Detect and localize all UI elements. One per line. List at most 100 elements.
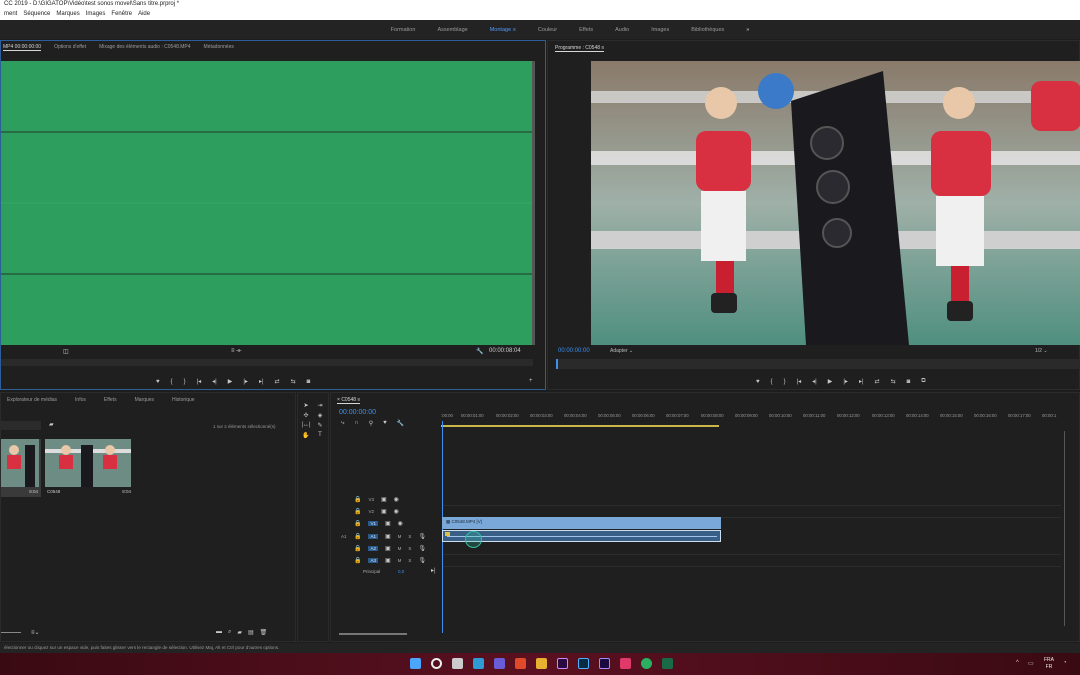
lock-icon[interactable]: 🔒 [354, 533, 361, 540]
program-fit-select[interactable]: Adapter ⌄ [610, 348, 633, 354]
workspace-effects[interactable]: Effets [579, 27, 593, 33]
microphone-icon[interactable]: 🎙 [418, 545, 426, 552]
workspace-learning[interactable]: Formation [391, 27, 416, 33]
master-track-value[interactable]: 0,0 [398, 569, 404, 574]
program-scrub-bar[interactable] [556, 359, 1079, 369]
slip-tool-icon[interactable]: |↔| [300, 422, 312, 429]
track-lane-a3[interactable] [443, 556, 1061, 567]
workspace-libraries[interactable]: Bibliothèques [691, 27, 724, 33]
step-forward-icon[interactable]: |▸ [843, 378, 848, 385]
play-icon[interactable]: ▶ [228, 378, 233, 385]
solo-button[interactable]: S [408, 558, 411, 563]
brave-icon[interactable] [515, 658, 526, 669]
timeline-settings-icon[interactable]: 🔧 [397, 420, 404, 427]
source-scrub-bar[interactable] [1, 359, 533, 366]
pen-tool-icon[interactable]: ✎ [314, 422, 326, 429]
program-title[interactable]: Programme : C0548 ≡ [555, 45, 605, 52]
eye-icon[interactable]: ◉ [398, 520, 403, 527]
video-clip[interactable]: ▩ C0548.MP4 [V] [442, 517, 721, 529]
extract-icon[interactable]: ⇆ [891, 378, 896, 385]
menu-item-markers[interactable]: Marques [56, 11, 79, 19]
sync-lock-icon[interactable]: ▣ [385, 545, 391, 552]
go-to-out-icon[interactable]: ▸| [259, 378, 264, 385]
razor-tool-icon[interactable]: ◈ [314, 412, 326, 419]
sync-lock-icon[interactable]: ▣ [385, 557, 391, 564]
tab-audio-clip-mixer[interactable]: Mixage des éléments audio : C0548.MP4 [99, 44, 190, 51]
teams-icon[interactable] [473, 658, 484, 669]
lift-icon[interactable]: ⇄ [875, 378, 880, 385]
timeline-horizontal-scrollbar[interactable] [339, 633, 407, 635]
go-to-in-icon[interactable]: |◂ [797, 378, 802, 385]
explorer-icon[interactable] [536, 658, 547, 669]
mark-out-icon[interactable]: } [184, 379, 186, 385]
step-forward-icon[interactable]: |▸ [243, 378, 248, 385]
track-lane-a2[interactable] [443, 544, 1061, 555]
workspace-more-icon[interactable]: » [746, 27, 749, 33]
camera-icon[interactable]: ◙ [307, 379, 311, 385]
new-bin-icon[interactable]: ▰ [237, 629, 242, 636]
selection-tool-icon[interactable]: ➤ [300, 402, 312, 409]
nest-icon[interactable]: ⤷ [341, 420, 344, 427]
microphone-icon[interactable]: 🎙 [418, 557, 426, 564]
menu-item-sequence[interactable]: Séquence [23, 11, 50, 19]
add-marker-icon[interactable]: ♥ [383, 420, 387, 427]
program-resolution-select[interactable]: 1/2 ⌄ [1035, 348, 1048, 354]
mute-button[interactable]: M [398, 546, 402, 551]
lock-icon[interactable]: 🔒 [354, 508, 361, 515]
ripple-edit-tool-icon[interactable]: ✣ [300, 412, 312, 419]
snap-icon[interactable]: ∩ [354, 420, 358, 427]
new-item-icon[interactable]: ▤ [248, 629, 254, 636]
overwrite-icon[interactable]: ⇆ [291, 378, 296, 385]
project-clip-thumbnail[interactable]: 8:04 [1, 439, 41, 497]
lock-icon[interactable]: 🔒 [354, 520, 361, 527]
lock-icon[interactable]: 🔒 [354, 496, 361, 503]
trash-icon[interactable]: 🗑 [260, 629, 268, 636]
tab-effect-controls[interactable]: Options d'effet [54, 44, 86, 51]
solo-button[interactable]: S [408, 546, 411, 551]
workspace-audio[interactable]: Audio [615, 27, 629, 33]
windows-icon[interactable] [410, 658, 421, 669]
fit-icon[interactable]: ◫ [63, 348, 69, 355]
tab-media-browser[interactable]: Explorateur de médias [7, 397, 57, 403]
app-icon[interactable] [662, 658, 673, 669]
workspace-graphics[interactable]: Images [651, 27, 669, 33]
taskview-icon[interactable] [452, 658, 463, 669]
zoom-slider[interactable] [1, 632, 21, 633]
linked-selection-icon[interactable]: ⚲ [369, 420, 373, 427]
search-icon[interactable]: ⌕ [228, 629, 231, 636]
new-bin-icon[interactable]: ▰ [49, 421, 54, 428]
lock-icon[interactable]: 🔒 [354, 545, 361, 552]
sync-lock-icon[interactable]: ▣ [385, 533, 391, 540]
audio-source-patch[interactable]: A1 [341, 534, 347, 539]
sync-lock-icon[interactable]: ▣ [381, 496, 387, 503]
tab-history[interactable]: Historique [172, 397, 195, 403]
menu-item-help[interactable]: Aide [138, 11, 150, 19]
marker-icon[interactable]: ♥ [156, 379, 160, 385]
camera-icon[interactable]: ◙ [907, 379, 911, 385]
go-to-in-icon[interactable]: |◂ [197, 378, 202, 385]
add-button-icon[interactable]: + [529, 378, 533, 384]
insert-icon[interactable]: ⇄ [275, 378, 280, 385]
program-timecode[interactable]: 00:00:00:00 [558, 348, 590, 354]
whatsapp-icon[interactable] [641, 658, 652, 669]
track-select-tool-icon[interactable]: ⇥ [314, 402, 326, 409]
eye-icon[interactable]: ◉ [394, 508, 399, 515]
solo-button[interactable]: S [408, 534, 411, 539]
tray-chevron-icon[interactable]: ^ [1016, 660, 1019, 666]
audio-clip[interactable] [442, 530, 721, 542]
tab-markers[interactable]: Marques [135, 397, 154, 403]
compare-icon[interactable]: ⧉ [921, 378, 925, 385]
workspace-color[interactable]: Couleur [538, 27, 557, 33]
aftereffects-icon[interactable] [599, 658, 610, 669]
mark-in-icon[interactable]: { [171, 379, 173, 385]
marker-icon[interactable]: ♥ [756, 379, 760, 385]
go-to-out-icon[interactable]: ▸| [859, 378, 864, 385]
menu-item-graphics[interactable]: Images [86, 11, 106, 19]
lock-icon[interactable]: 🔒 [354, 557, 361, 564]
network-icon[interactable]: ▭ [1028, 660, 1034, 667]
mail-icon[interactable] [620, 658, 631, 669]
mark-in-icon[interactable]: { [771, 379, 773, 385]
time-ruler[interactable]: :00:00 00:00:01:00 00:00:02:00 00:00:03:… [441, 413, 1061, 429]
eye-icon[interactable]: ◉ [394, 496, 399, 503]
hand-tool-icon[interactable]: ✋ [300, 432, 312, 439]
